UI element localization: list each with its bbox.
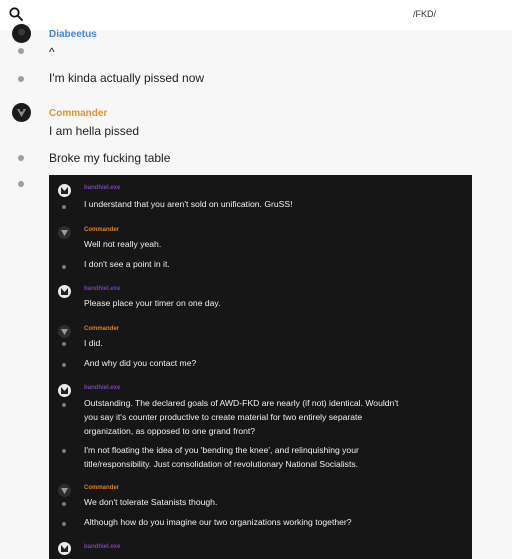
message-text: Broke my fucking table bbox=[49, 151, 171, 165]
message-bullet bbox=[18, 48, 24, 54]
embedded-screenshot[interactable]: bandhiel.exe I understand that you aren'… bbox=[49, 175, 472, 559]
embed-message: We don't tolerate Satanists though. bbox=[84, 497, 218, 507]
avatar bbox=[58, 226, 71, 239]
message-bullet bbox=[18, 155, 24, 161]
message-bullet bbox=[62, 265, 66, 269]
embed-message: I'm not floating the idea of you 'bendin… bbox=[84, 445, 359, 469]
embed-message: Outstanding. The declared goals of AWD-F… bbox=[84, 398, 399, 436]
search-icon[interactable] bbox=[9, 7, 23, 21]
username-commander[interactable]: Commander bbox=[49, 108, 107, 119]
embed-message: And why did you contact me? bbox=[84, 358, 197, 368]
message-bullet bbox=[18, 76, 24, 82]
avatar bbox=[58, 325, 71, 338]
message-text: ^ bbox=[49, 45, 55, 59]
username-diabeetus[interactable]: Diabeetus bbox=[49, 29, 97, 40]
message-text: I am hella pissed bbox=[49, 124, 140, 138]
avatar[interactable] bbox=[12, 24, 31, 43]
avatar bbox=[58, 285, 71, 298]
embed-message: I don't see a point in it. bbox=[84, 259, 170, 269]
message-bullet bbox=[62, 449, 66, 453]
embed-username: Commander bbox=[84, 485, 120, 491]
message-text: I'm kinda actually pissed now bbox=[49, 71, 205, 85]
avatar bbox=[58, 384, 71, 397]
avatar bbox=[58, 542, 71, 555]
avatar bbox=[58, 484, 71, 497]
avatar[interactable] bbox=[12, 103, 31, 122]
channel-name: /FKD/ bbox=[413, 9, 437, 19]
embed-message: Please place your timer on one day. bbox=[84, 298, 221, 308]
message-bullet bbox=[62, 342, 66, 346]
message-bullet bbox=[62, 403, 66, 407]
embed-message: Although how do you imagine our two orga… bbox=[84, 517, 352, 527]
message-bullet bbox=[62, 502, 66, 506]
message-bullet bbox=[62, 522, 66, 526]
embed-username: Commander bbox=[84, 326, 120, 332]
avatar bbox=[58, 184, 71, 197]
embed-username: Commander bbox=[84, 227, 120, 233]
embed-username: bandhiel.exe bbox=[84, 286, 121, 292]
top-bar: /FKD/ bbox=[0, 0, 512, 30]
embed-message: I did. bbox=[84, 338, 103, 348]
embed-username: bandhiel.exe bbox=[84, 385, 121, 391]
message-bullet bbox=[62, 363, 66, 367]
embed-message: Well not really yeah. bbox=[84, 239, 162, 249]
message-bullet bbox=[62, 205, 66, 209]
embed-username: bandhiel.exe bbox=[84, 185, 121, 191]
embed-message: I understand that you aren't sold on uni… bbox=[84, 199, 293, 209]
embed-username: bandhiel.exe bbox=[84, 544, 121, 550]
message-bullet bbox=[18, 181, 24, 187]
